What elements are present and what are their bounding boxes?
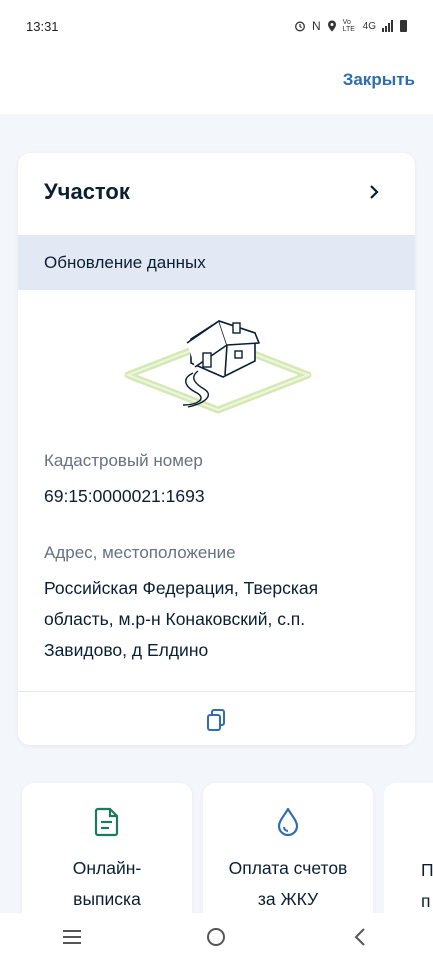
water-drop-icon bbox=[277, 807, 299, 837]
recent-apps-icon[interactable] bbox=[60, 925, 84, 949]
location-icon bbox=[327, 20, 336, 32]
address-label: Адрес, местоположение bbox=[44, 543, 236, 562]
nfc-icon: N bbox=[311, 19, 321, 33]
service-label: П п bbox=[421, 855, 433, 917]
document-icon bbox=[94, 807, 119, 837]
status-bar: 13:31 N Vo LTE 4G bbox=[0, 0, 433, 52]
battery-icon bbox=[400, 20, 407, 32]
service-label-line: П bbox=[421, 860, 433, 880]
top-bar: Закрыть bbox=[0, 52, 433, 114]
back-icon[interactable] bbox=[349, 925, 373, 949]
status-time: 13:31 bbox=[26, 18, 59, 34]
volte-icon: Vo LTE bbox=[342, 19, 355, 33]
plot-card: Участок Обновление данных Кадастровый но… bbox=[18, 153, 415, 745]
service-label-line: Оплата счетов bbox=[228, 858, 348, 878]
alarm-icon bbox=[295, 21, 305, 32]
service-third-partial[interactable]: П п bbox=[384, 783, 433, 933]
signal-icon bbox=[382, 20, 393, 32]
service-utility-payment[interactable]: Оплата счетов за ЖКУ bbox=[203, 783, 373, 933]
close-button[interactable]: Закрыть bbox=[343, 70, 415, 90]
4g-icon: 4G bbox=[362, 20, 376, 32]
house-plot-illustration bbox=[124, 320, 312, 414]
copy-icon[interactable] bbox=[204, 708, 228, 732]
status-icons: N Vo LTE 4G bbox=[294, 19, 407, 33]
cadastral-number-value: 69:15:0000021:1693 bbox=[44, 486, 205, 506]
card-header[interactable]: Участок bbox=[18, 153, 415, 235]
service-label-line: выписка bbox=[73, 889, 141, 909]
cadastral-number-label: Кадастровый номер bbox=[44, 451, 203, 470]
service-label: Оплата счетов за ЖКУ bbox=[203, 853, 373, 915]
service-label-line: за ЖКУ bbox=[257, 889, 319, 909]
chevron-right-icon bbox=[370, 185, 379, 199]
service-label-line: Онлайн- bbox=[72, 858, 142, 878]
card-divider bbox=[18, 691, 415, 692]
service-online-extract[interactable]: Онлайн- выписка bbox=[22, 783, 192, 933]
system-nav-bar bbox=[0, 913, 433, 960]
update-data-label: Обновление данных bbox=[44, 252, 206, 272]
home-icon[interactable] bbox=[204, 925, 228, 949]
card-title: Участок bbox=[44, 179, 130, 204]
service-label: Онлайн- выписка bbox=[22, 853, 192, 915]
update-data-bar: Обновление данных bbox=[18, 235, 415, 290]
address-value: Российская Федерация, Тверская область, … bbox=[44, 578, 319, 660]
